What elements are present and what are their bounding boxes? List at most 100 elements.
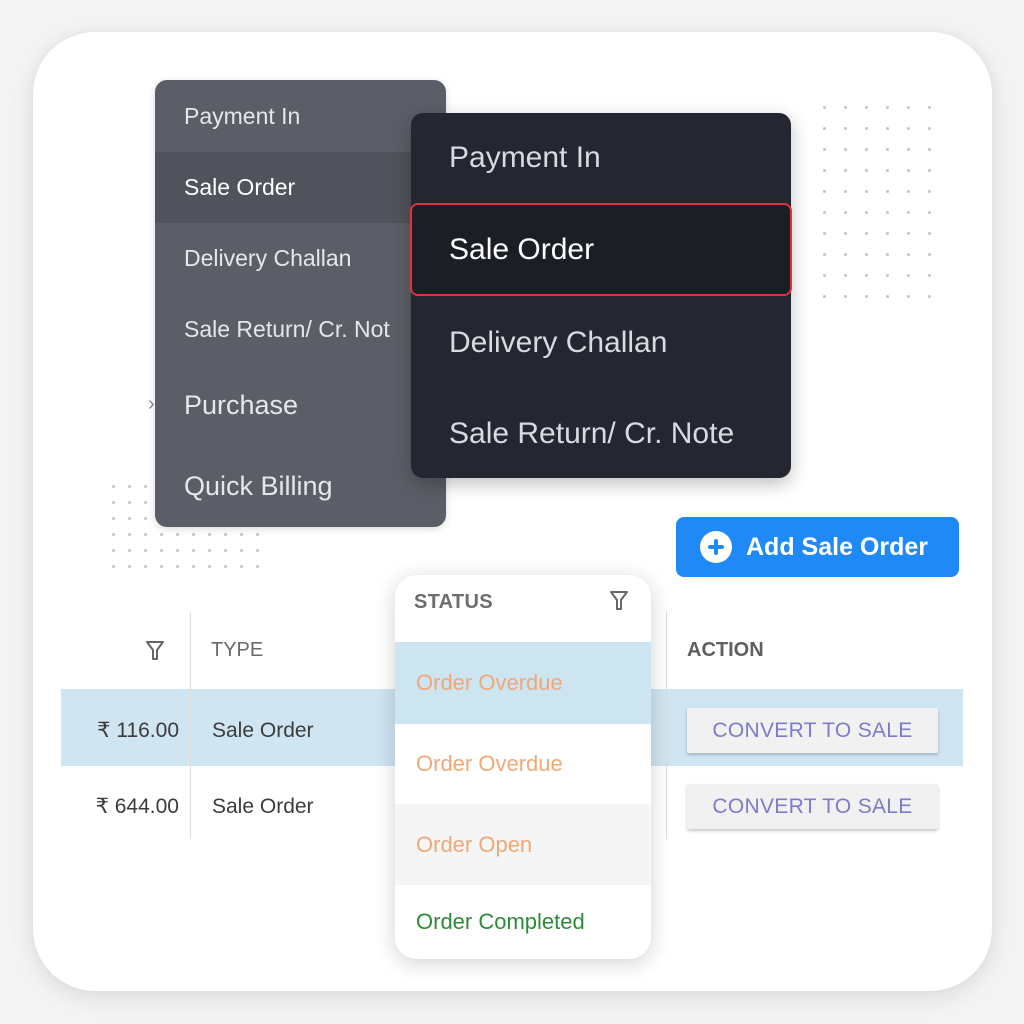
- dot: [865, 148, 868, 151]
- dot: [928, 211, 931, 214]
- dot: [928, 169, 931, 172]
- dot: [112, 549, 115, 552]
- sale-submenu: Payment In Sale Order Delivery Challan S…: [410, 113, 792, 478]
- dot: [928, 190, 931, 193]
- status-option-label: Order Open: [416, 831, 533, 857]
- column-divider: [190, 612, 191, 839]
- sidebar-item-delivery-challan[interactable]: Delivery Challan: [155, 223, 446, 294]
- dot: [128, 517, 131, 520]
- dot: [844, 106, 847, 109]
- dot: [192, 549, 195, 552]
- menu-item-label: Sale Return/ Cr. Note: [449, 416, 735, 450]
- sidebar-item-quick-billing[interactable]: Quick Billing: [155, 445, 446, 527]
- sidebar-menu: Payment In Sale Order Delivery Challan S…: [155, 80, 446, 527]
- submenu-item-sale-order[interactable]: Sale Order: [410, 203, 792, 296]
- dot: [240, 533, 243, 536]
- submenu-item-sale-return[interactable]: Sale Return/ Cr. Note: [411, 389, 791, 478]
- menu-item-label: Delivery Challan: [449, 325, 668, 359]
- dot: [256, 565, 259, 568]
- column-header-type[interactable]: TYPE: [211, 639, 263, 662]
- add-sale-order-button[interactable]: Add Sale Order: [676, 517, 959, 577]
- amount-cell: ₹ 644.00: [95, 795, 179, 818]
- dot: [865, 127, 868, 130]
- dot: [208, 533, 211, 536]
- dot: [928, 232, 931, 235]
- status-option[interactable]: Order Overdue: [395, 724, 651, 804]
- dot: [844, 253, 847, 256]
- dot: [176, 549, 179, 552]
- decorative-dot-grid: [823, 106, 931, 298]
- dot: [907, 232, 910, 235]
- dot: [160, 533, 163, 536]
- dot: [112, 517, 115, 520]
- convert-to-sale-button[interactable]: CONVERT TO SALE: [687, 708, 938, 753]
- dot: [192, 533, 195, 536]
- dot: [112, 565, 115, 568]
- dot: [256, 533, 259, 536]
- dot: [886, 106, 889, 109]
- dot: [865, 211, 868, 214]
- dot: [256, 549, 259, 552]
- dot: [208, 549, 211, 552]
- dot: [823, 106, 826, 109]
- convert-to-sale-button[interactable]: CONVERT TO SALE: [687, 784, 938, 829]
- dot: [224, 533, 227, 536]
- dot: [844, 211, 847, 214]
- dot: [907, 169, 910, 172]
- sidebar-item-purchase[interactable]: Purchase: [155, 365, 446, 445]
- dot: [176, 533, 179, 536]
- dot: [112, 485, 115, 488]
- dot: [886, 127, 889, 130]
- amount-filter-icon[interactable]: [145, 640, 165, 662]
- dot: [844, 295, 847, 298]
- dot: [865, 169, 868, 172]
- menu-item-label: Payment In: [184, 102, 301, 129]
- dot: [907, 211, 910, 214]
- dot: [844, 127, 847, 130]
- dot: [823, 232, 826, 235]
- dot: [176, 565, 179, 568]
- sidebar-item-sale-return[interactable]: Sale Return/ Cr. Not: [155, 294, 446, 365]
- dot: [144, 549, 147, 552]
- dot: [928, 295, 931, 298]
- dot: [823, 127, 826, 130]
- dot: [144, 485, 147, 488]
- status-header-label: STATUS: [414, 591, 493, 613]
- dot: [907, 253, 910, 256]
- submenu-item-payment-in[interactable]: Payment In: [411, 113, 791, 203]
- dot: [144, 517, 147, 520]
- dot: [865, 274, 868, 277]
- dot: [907, 274, 910, 277]
- menu-item-label: Sale Order: [449, 232, 595, 266]
- sidebar-item-payment-in[interactable]: Payment In: [155, 80, 446, 152]
- status-filter-icon[interactable]: [609, 590, 629, 612]
- sidebar-item-sale-order[interactable]: Sale Order: [155, 152, 446, 223]
- dot: [823, 295, 826, 298]
- status-option[interactable]: Order Completed: [395, 885, 651, 959]
- dot: [886, 190, 889, 193]
- dot: [865, 295, 868, 298]
- menu-item-label: Delivery Challan: [184, 245, 352, 271]
- dot: [128, 549, 131, 552]
- dot: [844, 190, 847, 193]
- dot: [928, 148, 931, 151]
- dot: [844, 232, 847, 235]
- submenu-item-delivery-challan[interactable]: Delivery Challan: [411, 296, 791, 389]
- dot: [907, 106, 910, 109]
- menu-item-label: Quick Billing: [184, 470, 333, 501]
- status-option[interactable]: Order Open: [395, 804, 651, 885]
- menu-item-label: Payment In: [449, 141, 601, 174]
- status-option-label: Order Overdue: [416, 751, 563, 776]
- plus-circle-icon: [700, 531, 732, 563]
- dot: [865, 232, 868, 235]
- dot: [907, 127, 910, 130]
- dot: [192, 565, 195, 568]
- dot: [865, 253, 868, 256]
- dot: [823, 190, 826, 193]
- dot: [907, 295, 910, 298]
- add-sale-order-label: Add Sale Order: [746, 532, 928, 561]
- status-option[interactable]: Order Overdue: [395, 642, 651, 724]
- type-cell: Sale Order: [212, 719, 314, 742]
- dot: [160, 565, 163, 568]
- dot: [128, 533, 131, 536]
